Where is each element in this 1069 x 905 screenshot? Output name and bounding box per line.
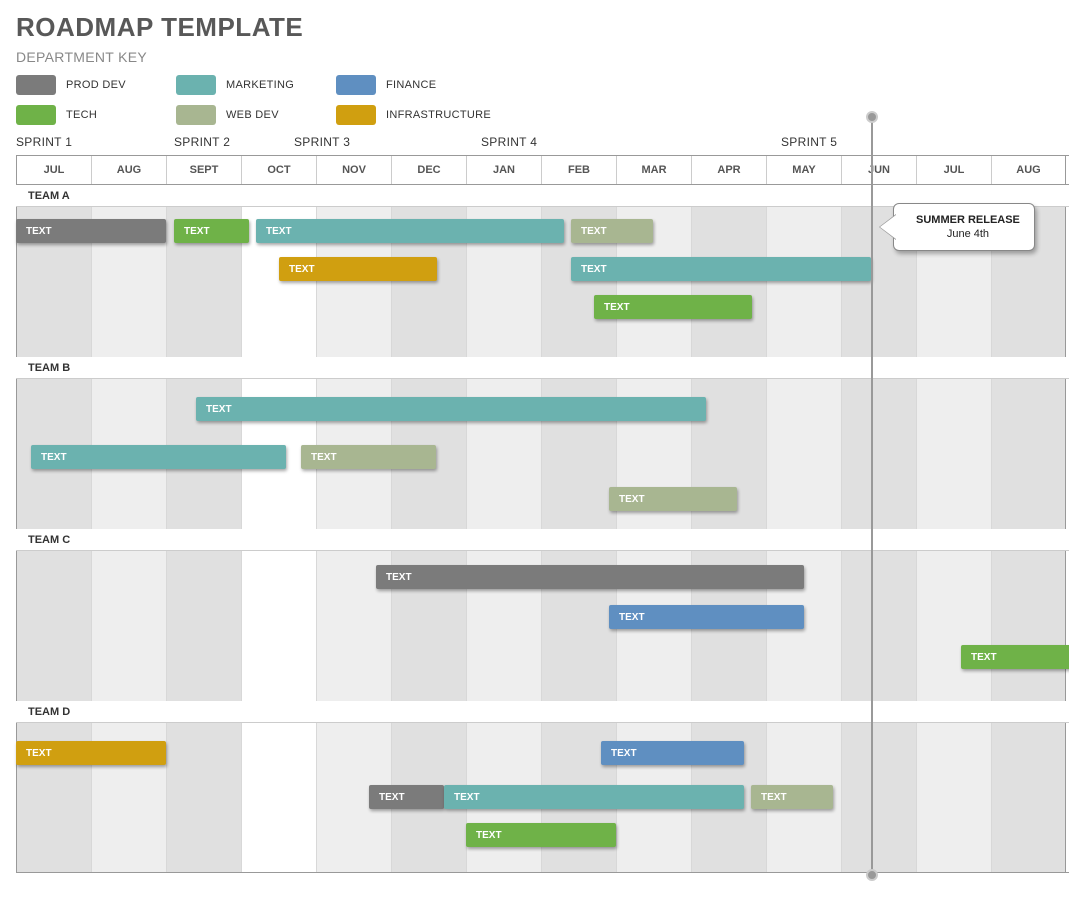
legend-item-proddev: PROD DEV	[16, 75, 166, 95]
task-bar[interactable]: TEXT	[16, 219, 166, 243]
task-bar[interactable]: TEXT	[369, 785, 444, 809]
page-title: ROADMAP TEMPLATE	[16, 12, 1069, 43]
month-cell: OCT	[241, 156, 316, 184]
month-cell: JUL	[16, 156, 91, 184]
sprint-label: SPRINT 1	[16, 135, 72, 149]
task-bar[interactable]: TEXT	[594, 295, 752, 319]
team-c-lanes: TEXT TEXT TEXT	[16, 551, 1069, 701]
task-bar[interactable]: TEXT	[31, 445, 286, 469]
team-section-c: TEAM C TEXT TEXT TEXT	[16, 529, 1069, 701]
task-bar[interactable]: TEXT	[16, 741, 166, 765]
task-bar[interactable]: TEXT	[571, 219, 653, 243]
milestone-marker-line	[871, 117, 873, 875]
milestone-marker-dot	[866, 111, 878, 123]
legend-item-infra: INFRASTRUCTURE	[336, 105, 516, 125]
legend-label: PROD DEV	[66, 79, 126, 91]
swatch-infra	[336, 105, 376, 125]
swatch-finance	[336, 75, 376, 95]
team-header: TEAM D	[16, 701, 1069, 723]
team-header: TEAM C	[16, 529, 1069, 551]
task-bar[interactable]: TEXT	[609, 605, 804, 629]
legend-label: WEB DEV	[226, 109, 279, 121]
task-bar[interactable]: TEXT	[466, 823, 616, 847]
legend-item-tech: TECH	[16, 105, 166, 125]
month-cell: SEPT	[166, 156, 241, 184]
task-bar[interactable]: TEXT	[256, 219, 564, 243]
timeline: SPRINT 1 SPRINT 2 SPRINT 3 SPRINT 4 SPRI…	[16, 135, 1069, 855]
month-cell: MAY	[766, 156, 841, 184]
legend-item-webdev: WEB DEV	[176, 105, 326, 125]
legend-item-finance: FINANCE	[336, 75, 486, 95]
legend-title: DEPARTMENT KEY	[16, 49, 1069, 65]
swatch-proddev	[16, 75, 56, 95]
month-cell: NOV	[316, 156, 391, 184]
sprint-label: SPRINT 5	[781, 135, 837, 149]
callout-title: SUMMER RELEASE	[916, 214, 1020, 226]
task-bar[interactable]: TEXT	[279, 257, 437, 281]
legend-label: INFRASTRUCTURE	[386, 109, 491, 121]
team-b-lanes: TEXT TEXT TEXT TEXT	[16, 379, 1069, 529]
legend-label: TECH	[66, 109, 97, 121]
month-cell: JAN	[466, 156, 541, 184]
sprint-labels: SPRINT 1 SPRINT 2 SPRINT 3 SPRINT 4 SPRI…	[16, 135, 1069, 155]
sprint-label: SPRINT 3	[294, 135, 350, 149]
months-header: JUL AUG SEPT OCT NOV DEC JAN FEB MAR APR…	[16, 155, 1069, 185]
team-section-b: TEAM B TEXT TEXT TEXT TEXT	[16, 357, 1069, 529]
sprint-label: SPRINT 2	[174, 135, 230, 149]
task-bar[interactable]: TEXT	[571, 257, 871, 281]
month-cell: AUG	[91, 156, 166, 184]
legend: PROD DEV MARKETING FINANCE TECH WEB DEV	[16, 75, 1069, 125]
month-cell: APR	[691, 156, 766, 184]
task-bar[interactable]: TEXT	[601, 741, 744, 765]
month-cell: MAR	[616, 156, 691, 184]
month-cell: DEC	[391, 156, 466, 184]
team-header: TEAM B	[16, 357, 1069, 379]
task-bar[interactable]: TEXT	[301, 445, 436, 469]
task-bar[interactable]: TEXT	[444, 785, 744, 809]
task-bar[interactable]: TEXT	[961, 645, 1069, 669]
swatch-webdev	[176, 105, 216, 125]
task-bar[interactable]: TEXT	[751, 785, 833, 809]
task-bar[interactable]: TEXT	[196, 397, 706, 421]
sprint-label: SPRINT 4	[481, 135, 537, 149]
milestone-marker-dot	[866, 869, 878, 881]
legend-label: FINANCE	[386, 79, 436, 91]
milestone-callout: SUMMER RELEASE June 4th	[893, 203, 1035, 251]
task-bar[interactable]: TEXT	[376, 565, 804, 589]
month-cell: JUN	[841, 156, 916, 184]
month-cell: AUG	[991, 156, 1066, 184]
month-cell: FEB	[541, 156, 616, 184]
legend-label: MARKETING	[226, 79, 294, 91]
swatch-tech	[16, 105, 56, 125]
month-cell: JUL	[916, 156, 991, 184]
team-d-lanes: TEXT TEXT TEXT TEXT TEXT TEXT	[16, 723, 1069, 873]
task-bar[interactable]: TEXT	[174, 219, 249, 243]
callout-sub: June 4th	[916, 228, 1020, 240]
task-bar[interactable]: TEXT	[609, 487, 737, 511]
swatch-marketing	[176, 75, 216, 95]
team-section-d: TEAM D TEXT TEXT TEXT TEXT TEXT TEXT	[16, 701, 1069, 873]
legend-item-marketing: MARKETING	[176, 75, 326, 95]
